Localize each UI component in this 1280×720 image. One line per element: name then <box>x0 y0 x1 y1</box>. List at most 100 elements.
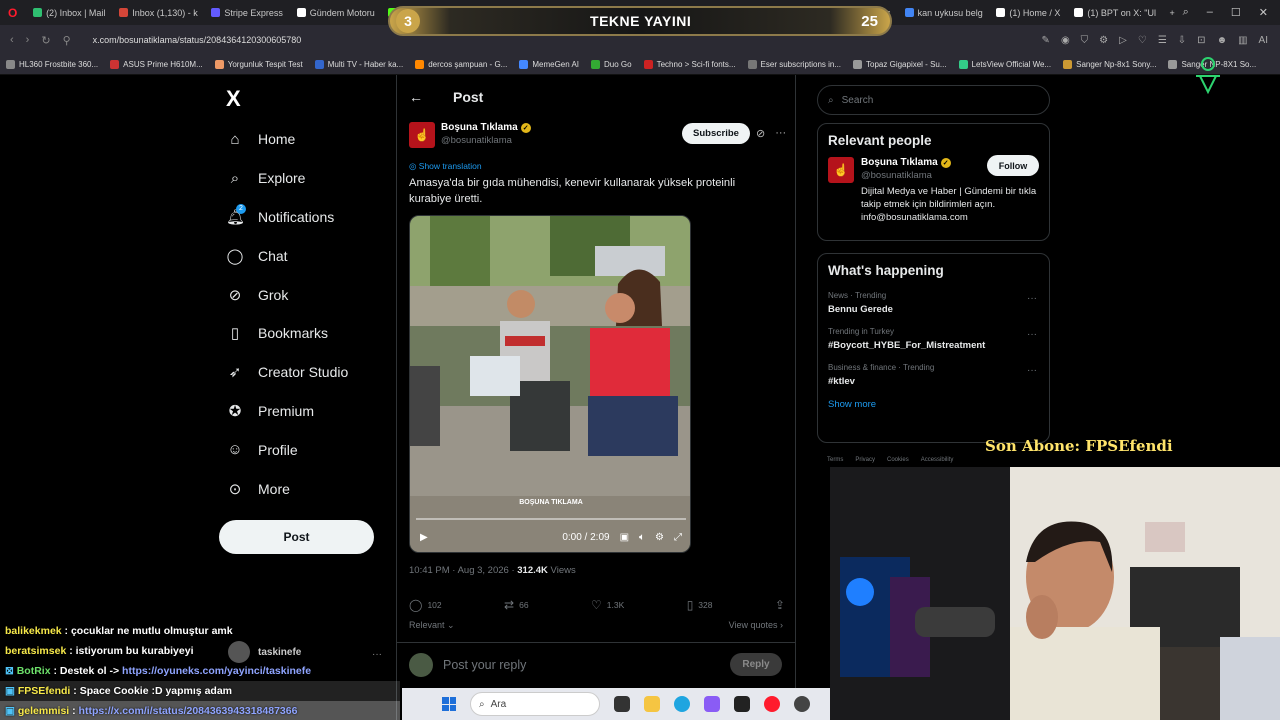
chat-link[interactable]: https://oyuneks.com/yayinci/taskinefe <box>122 665 311 677</box>
edge-icon[interactable] <box>674 696 690 712</box>
camera-snap-icon[interactable]: ⊡ <box>1197 35 1205 46</box>
footer-link[interactable]: Terms <box>827 457 843 463</box>
bookmark-item[interactable]: Multi TV - Haber ka... <box>309 60 409 69</box>
app-icon[interactable] <box>704 696 720 712</box>
search-input[interactable]: ⌕ Search <box>817 85 1050 115</box>
browser-tab[interactable]: (1) Home / X <box>988 0 1066 25</box>
browser-tab[interactable]: Stripe Express <box>203 0 288 25</box>
bookmark-item[interactable]: ASUS Prime H610M... <box>104 60 209 69</box>
captions-icon[interactable]: ▣ <box>620 532 629 543</box>
show-translation-link[interactable]: ◎ Show translation <box>409 161 482 172</box>
post-author[interactable]: ☝ Boşuna Tıklama ✓ @bosunatiklama <box>409 122 531 148</box>
view-quotes-link[interactable]: View quotes › <box>729 620 783 630</box>
bookmark-item[interactable]: HL360 Frostbite 360... <box>0 60 104 69</box>
sort-replies-dropdown[interactable]: Relevant ⌄ <box>409 620 455 631</box>
bookmark-item[interactable]: Eser subscriptions in... <box>742 60 847 69</box>
trend-item[interactable]: News · Trending Bennu Gerede ··· <box>818 287 1049 323</box>
nav-item-bookmarks[interactable]: ▯ Bookmarks <box>226 314 348 353</box>
bookmark-item[interactable]: dercos şampuan - G... <box>409 60 513 69</box>
browser-tab[interactable]: Gündem Motoru <box>289 0 381 25</box>
obs-icon[interactable] <box>794 696 810 712</box>
shield-icon[interactable]: ⛉ <box>1081 35 1089 46</box>
trend-item[interactable]: Business & finance · Trending #ktlev ··· <box>818 359 1049 395</box>
file-explorer-icon[interactable] <box>644 696 660 712</box>
share-action[interactable]: ⇪ <box>775 598 785 612</box>
avatar[interactable]: ☝ <box>828 157 854 183</box>
like-action[interactable]: ♡ 1.3K <box>591 598 624 612</box>
reply-button[interactable]: Reply <box>730 653 782 676</box>
camera-icon[interactable]: ◉ <box>1061 35 1070 46</box>
nav-item-chat[interactable]: ◯ Chat <box>226 236 348 275</box>
store-icon[interactable] <box>734 696 750 712</box>
close-icon[interactable]: ✕ <box>1259 6 1268 19</box>
forward-icon[interactable]: › <box>26 34 30 47</box>
edit-icon[interactable]: ✎ <box>1042 35 1050 46</box>
search-tabs-icon[interactable]: ⌕ <box>1183 6 1189 19</box>
taskbar-search[interactable]: ⌕ Ara <box>470 692 600 716</box>
reload-icon[interactable]: ↻ <box>41 34 50 47</box>
opera-icon[interactable] <box>764 696 780 712</box>
heart-icon[interactable]: ♡ <box>1138 35 1147 46</box>
bookmark-item[interactable]: Techno > Sci-fi fonts... <box>638 60 742 69</box>
nav-item-profile[interactable]: ☺ Profile <box>226 430 348 469</box>
minimize-icon[interactable]: – <box>1207 6 1213 19</box>
nav-item-more[interactable]: ⊙ More <box>226 469 348 508</box>
trend-item[interactable]: Trending in Turkey #Boycott_HYBE_For_Mist… <box>818 323 1049 359</box>
nav-item-notifications[interactable]: 🔔︎ Notifications 2 <box>226 198 348 237</box>
profile-icon[interactable]: ☻ <box>1217 35 1228 46</box>
bookmark-action[interactable]: ▯ 328 <box>687 598 713 612</box>
nav-item-creator-studio[interactable]: ➶ Creator Studio <box>226 353 349 392</box>
footer-link[interactable]: Privacy <box>855 457 875 463</box>
back-icon[interactable]: ‹ <box>10 34 14 47</box>
download-icon[interactable]: ⇩ <box>1178 35 1186 46</box>
relevant-person[interactable]: ☝ Boşuna Tıklama ✓ @bosunatiklama Follow … <box>818 155 1049 232</box>
play-icon[interactable]: ▶ <box>420 532 428 543</box>
bookmark-item[interactable]: MemeGen AI <box>513 60 585 69</box>
browser-tab[interactable]: kan uykusu belg <box>897 0 989 25</box>
nav-item-home[interactable]: ⌂ Home <box>226 120 348 159</box>
more-icon[interactable]: ··· <box>1027 329 1037 340</box>
author-handle[interactable]: @bosunatiklama <box>441 135 531 146</box>
author-name-row[interactable]: Boşuna Tıklama ✓ <box>441 122 531 133</box>
volume-icon[interactable]: 🔈︎ <box>639 532 645 543</box>
show-more-link[interactable]: Show more <box>818 395 1049 420</box>
nav-item-explore[interactable]: ⌕ Explore <box>226 159 348 198</box>
more-icon[interactable]: ··· <box>775 127 786 140</box>
back-arrow-icon[interactable]: ← <box>409 89 423 105</box>
sidebar-icon[interactable]: ▥ <box>1238 35 1247 46</box>
nav-item-grok[interactable]: ⊘ Grok <box>226 275 348 314</box>
bookmark-item[interactable]: Yorgunluk Tespit Test <box>209 60 309 69</box>
more-icon[interactable]: ··· <box>1027 365 1037 376</box>
post-button[interactable]: Post <box>219 520 374 554</box>
author-name[interactable]: Boşuna Tıklama <box>441 122 518 133</box>
follow-button[interactable]: Follow <box>987 155 1039 176</box>
video-player[interactable]: BOŞUNA TIKLAMA ▶ 0:00 / 2:09 ▣ 🔈︎ ⚙ ⤢ <box>409 215 691 553</box>
reply-input[interactable]: Post your reply <box>443 658 526 672</box>
bookmark-item[interactable]: Topaz Gigapixel - Su... <box>847 60 952 69</box>
repost-action[interactable]: ⇄ 66 <box>504 598 529 612</box>
menu-icon[interactable]: ☰ <box>1158 35 1167 46</box>
post-timestamp[interactable]: 10:41 PM · Aug 3, 2026 · <box>409 565 517 576</box>
grok-icon[interactable]: ⊘ <box>756 127 765 140</box>
play-icon[interactable]: ▷ <box>1119 35 1127 46</box>
task-view-icon[interactable] <box>614 696 630 712</box>
browser-tab[interactable]: (1) BPT on X: "Ul <box>1066 0 1161 25</box>
chat-link[interactable]: https://x.com/i/status/20843639433184873… <box>79 705 298 717</box>
x-logo-icon[interactable]: X <box>226 86 241 112</box>
bookmark-item[interactable]: LetsView Official We... <box>953 60 1058 69</box>
footer-link[interactable]: Accessibility <box>921 457 954 463</box>
reply-action[interactable]: ◯ 102 <box>409 598 442 612</box>
url-field[interactable]: x.com/bosunatiklama/status/2084364120300… <box>93 35 302 45</box>
new-tab-icon[interactable]: + <box>1162 0 1183 25</box>
avatar[interactable]: ☝ <box>409 122 435 148</box>
settings-icon[interactable]: ⚙ <box>655 532 664 543</box>
lock-icon[interactable]: ⚲ <box>63 34 71 47</box>
fullscreen-icon[interactable]: ⤢ <box>674 532 682 543</box>
opera-logo-icon[interactable]: O <box>0 0 25 25</box>
extension-icon[interactable]: ⚙ <box>1099 35 1108 46</box>
footer-link[interactable]: Cookies <box>887 457 909 463</box>
more-icon[interactable]: ··· <box>1027 293 1037 304</box>
maximize-icon[interactable]: ☐ <box>1231 6 1241 19</box>
subscribe-button[interactable]: Subscribe <box>682 123 750 144</box>
browser-tab[interactable]: Inbox (1,130) - k <box>111 0 203 25</box>
